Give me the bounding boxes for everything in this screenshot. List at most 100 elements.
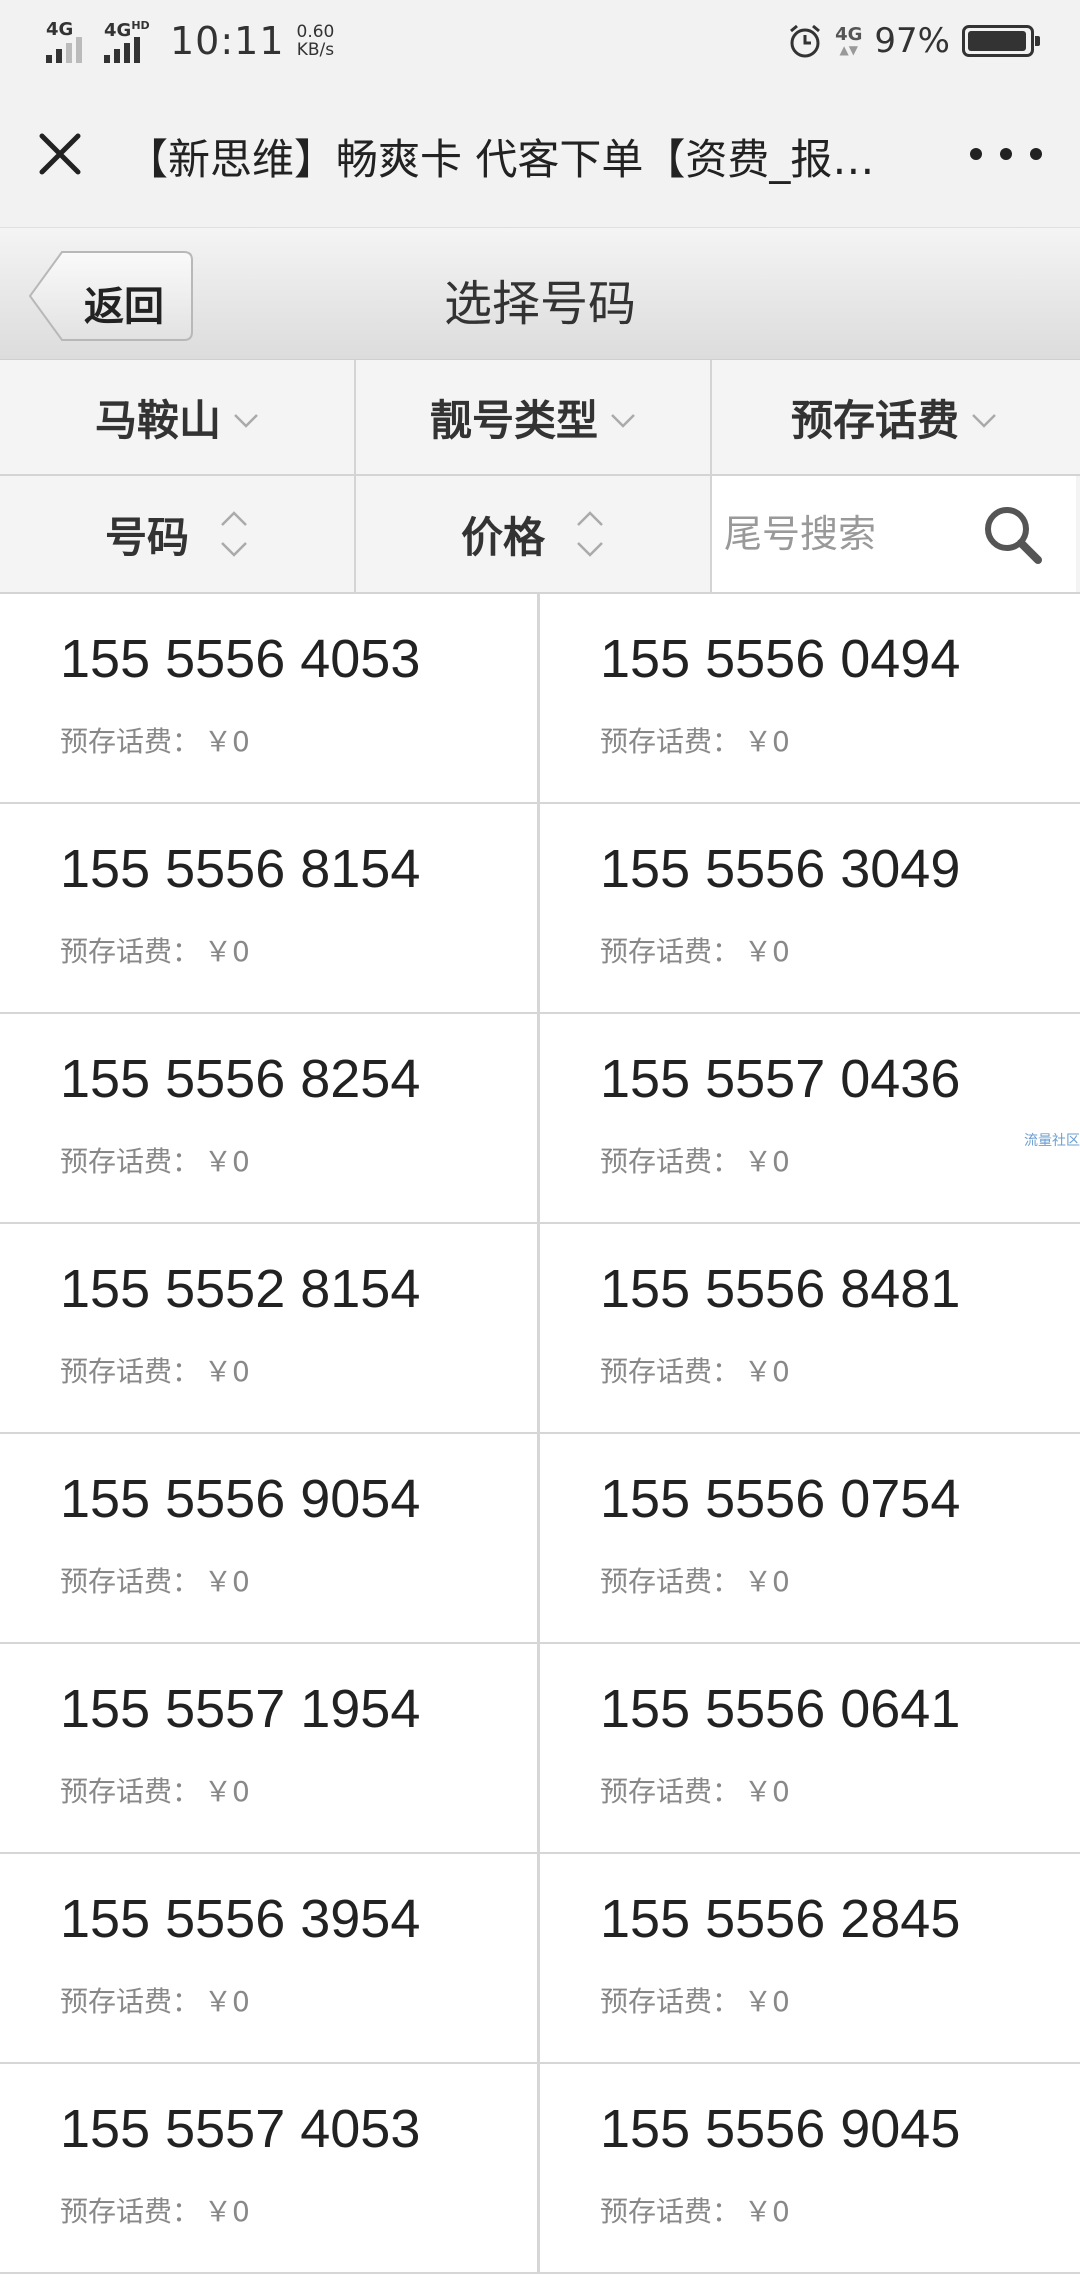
phone-number: 155 5552 8154 — [60, 1259, 421, 1319]
number-card[interactable]: 155 5557 1954 预存话费： ￥0 — [0, 1644, 540, 1854]
tail-search — [712, 476, 1076, 592]
prepay-fee: 预存话费： ￥0 — [600, 2190, 790, 2230]
number-card[interactable]: 155 5556 0494 预存话费： ￥0 — [540, 594, 1080, 804]
close-icon[interactable] — [28, 122, 92, 186]
prepay-fee-value: ￥0 — [744, 2195, 790, 2228]
prepay-fee-value: ￥0 — [744, 1145, 790, 1178]
filter-row: 马鞍山 靓号类型 预存话费 — [0, 360, 1080, 476]
prepay-fee: 预存话费： ￥0 — [600, 1350, 790, 1390]
number-card[interactable]: 155 5557 0436 预存话费： ￥0 — [540, 1014, 1080, 1224]
prepay-fee-value: ￥0 — [204, 725, 250, 758]
prepay-fee-label: 预存话费： — [600, 725, 741, 758]
phone-number: 155 5556 8254 — [60, 1049, 421, 1109]
prepay-fee-label: 预存话费： — [60, 1355, 201, 1388]
region-filter[interactable]: 马鞍山 — [0, 360, 356, 474]
prepay-fee-label: 预存话费： — [600, 1355, 741, 1388]
sim2-hd-label: HD — [131, 19, 150, 32]
signal-sim1-icon: 4G — [46, 19, 92, 63]
alarm-icon — [790, 24, 821, 58]
phone-number: 155 5556 0494 — [600, 629, 961, 689]
prepay-fee-value: ￥0 — [204, 1985, 250, 2018]
number-card[interactable]: 155 5556 2845 预存话费： ￥0 — [540, 1854, 1080, 2064]
number-card[interactable]: 155 5556 0641 预存话费： ￥0 — [540, 1644, 1080, 1854]
prepay-fee: 预存话费： ￥0 — [60, 1350, 250, 1390]
prepay-fee: 预存话费： ￥0 — [600, 720, 790, 760]
battery-percent: 97% — [874, 21, 950, 61]
phone-number: 155 5556 8154 — [60, 839, 421, 899]
search-icon[interactable] — [982, 504, 1042, 564]
phone-number: 155 5557 1954 — [60, 1679, 421, 1739]
number-card[interactable]: 155 5556 8154 预存话费： ￥0 — [0, 804, 540, 1014]
prepay-fee-value: ￥0 — [204, 1775, 250, 1808]
network-speed: 0.60 KB/s — [297, 23, 335, 59]
number-card[interactable]: 155 5556 9045 预存话费： ￥0 — [540, 2064, 1080, 2274]
prepay-fee-label: 预存话费： — [60, 1985, 201, 2018]
prepay-fee: 预存话费： ￥0 — [600, 930, 790, 970]
prepay-fee: 预存话费： ￥0 — [600, 1980, 790, 2020]
prepay-fee-value: ￥0 — [204, 1565, 250, 1598]
network-type-label: 4G — [835, 24, 863, 45]
prepay-fee-label: 预存话费： — [60, 2195, 201, 2228]
prepay-fee-value: ￥0 — [744, 935, 790, 968]
battery-icon — [962, 25, 1040, 57]
prepay-fee-label: 预存话费： — [60, 1775, 201, 1808]
prepay-fee-value: ￥0 — [744, 1355, 790, 1388]
more-icon[interactable] — [970, 134, 1042, 174]
number-card[interactable]: 155 5556 4053 预存话费： ￥0 — [0, 594, 540, 804]
status-bar: 4G 4GHD 10:11 0.60 KB/s 4G ▲▼ 97% — [0, 0, 1080, 82]
prepay-fee-value: ￥0 — [204, 2195, 250, 2228]
number-type-filter[interactable]: 靓号类型 — [356, 360, 712, 474]
prepay-fee: 预存话费： ￥0 — [60, 2190, 250, 2230]
phone-number: 155 5557 4053 — [60, 2099, 421, 2159]
sort-by-number[interactable]: 号码 — [0, 476, 356, 592]
prepay-fee-label: 预存话费： — [600, 2195, 741, 2228]
prepay-filter[interactable]: 预存话费 — [712, 360, 1076, 474]
chevron-down-icon — [972, 414, 996, 428]
number-card[interactable]: 155 5556 8254 预存话费： ￥0 — [0, 1014, 540, 1224]
phone-number: 155 5557 0436 — [600, 1049, 961, 1109]
prepay-fee-label: 预存话费： — [60, 725, 201, 758]
clock: 10:11 — [170, 19, 285, 63]
prepay-fee: 预存话费： ￥0 — [60, 1140, 250, 1180]
prepay-fee: 预存话费： ￥0 — [60, 1560, 250, 1600]
prepay-fee-label: 预存话费： — [600, 1145, 741, 1178]
search-input[interactable] — [724, 512, 974, 556]
sort-row: 号码 价格 — [0, 476, 1080, 594]
number-card[interactable]: 155 5556 9054 预存话费： ￥0 — [0, 1434, 540, 1644]
number-card[interactable]: 155 5556 0754 预存话费： ￥0 — [540, 1434, 1080, 1644]
prepay-fee-label: 预存话费： — [600, 1775, 741, 1808]
prepay-fee: 预存话费： ￥0 — [60, 720, 250, 760]
prepay-fee-label: 预存话费： — [600, 935, 741, 968]
number-card[interactable]: 155 5556 3954 预存话费： ￥0 — [0, 1854, 540, 2064]
sort-number-label: 号码 — [104, 512, 189, 562]
phone-number: 155 5556 0641 — [600, 1679, 961, 1739]
phone-number: 155 5556 2845 — [600, 1889, 961, 1949]
sort-arrows-icon — [577, 511, 603, 557]
number-card[interactable]: 155 5552 8154 预存话费： ￥0 — [0, 1224, 540, 1434]
phone-number: 155 5556 9045 — [600, 2099, 961, 2159]
signal-sim2-icon: 4GHD — [104, 19, 150, 63]
prepay-fee-value: ￥0 — [744, 1775, 790, 1808]
prepay-fee-value: ￥0 — [204, 1145, 250, 1178]
region-filter-label: 马鞍山 — [94, 395, 221, 445]
prepay-filter-label: 预存话费 — [790, 395, 959, 445]
chevron-down-icon — [234, 414, 258, 428]
sort-by-price[interactable]: 价格 — [356, 476, 712, 592]
page-header: 返回 选择号码 — [0, 228, 1080, 360]
phone-number: 155 5556 9054 — [60, 1469, 421, 1529]
number-card[interactable]: 155 5556 3049 预存话费： ￥0 — [540, 804, 1080, 1014]
prepay-fee-label: 预存话费： — [60, 935, 201, 968]
status-left: 4G 4GHD 10:11 0.60 KB/s — [46, 18, 334, 64]
number-grid: 155 5556 4053 预存话费： ￥0 155 5556 0494 预存话费： ￥0… — [0, 594, 1080, 2274]
prepay-fee: 预存话费： ￥0 — [600, 1770, 790, 1810]
prepay-fee: 预存话费： ￥0 — [60, 1770, 250, 1810]
window-title: 【新思维】畅爽卡 代客下单【资费_报… — [126, 135, 875, 184]
number-card[interactable]: 155 5556 8481 预存话费： ￥0 — [540, 1224, 1080, 1434]
number-card[interactable]: 155 5557 4053 预存话费： ￥0 — [0, 2064, 540, 2274]
phone-number: 155 5556 3049 — [600, 839, 961, 899]
prepay-fee: 预存话费： ￥0 — [60, 930, 250, 970]
sort-arrows-icon — [221, 511, 247, 557]
prepay-fee: 预存话费： ￥0 — [60, 1980, 250, 2020]
watermark: 流量社区 — [1024, 1133, 1080, 1149]
prepay-fee-value: ￥0 — [744, 1985, 790, 2018]
